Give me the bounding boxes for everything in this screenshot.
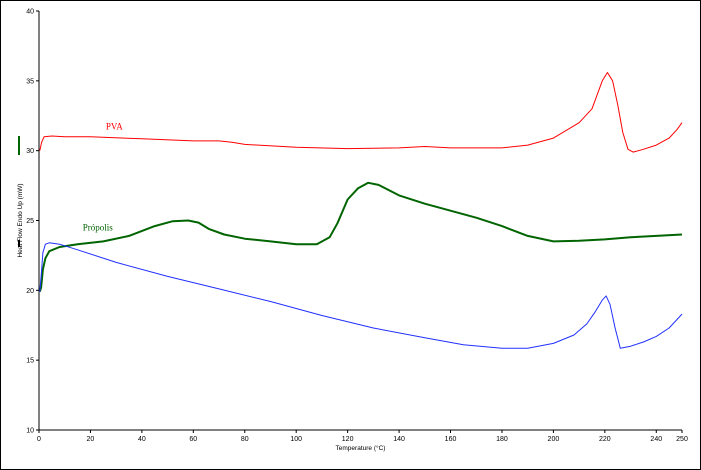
x-tick-label: 0	[37, 436, 41, 443]
x-tick-label: 160	[445, 436, 457, 443]
x-tick-label: 140	[393, 436, 405, 443]
x-tick-label: 120	[342, 436, 354, 443]
x-tick-label: 250	[676, 436, 688, 443]
x-tick-label: 200	[548, 436, 560, 443]
series-line-2	[38, 181, 683, 292]
annotation-layer: PVA Própolis	[83, 122, 123, 233]
series-line-1	[39, 72, 683, 153]
y-tick-label: 40	[26, 9, 34, 16]
y-tick-label: 15	[26, 358, 34, 365]
x-axis-title: Temperature (°C)	[336, 444, 386, 452]
y-tick-label: 30	[26, 148, 34, 155]
dsc-line-chart: 10 15 20 25 30 35 40 0 20 40 60 80 100 120 140 160 180 20…	[17, 9, 688, 453]
x-tick-label: 240	[650, 436, 662, 443]
y-tick-label: 35	[26, 78, 34, 85]
x-tick-label: 20	[87, 436, 95, 443]
y-tick-label: 25	[26, 218, 34, 225]
x-tick-label: 60	[189, 436, 197, 443]
x-tick-label: 100	[290, 436, 302, 443]
y-tick-label: 10	[26, 428, 34, 435]
x-tick-label: 80	[241, 436, 249, 443]
axes: 10 15 20 25 30 35 40 0 20 40 60 80 100 120 140 160 180 20…	[18, 9, 688, 443]
series-layer	[38, 72, 683, 349]
series-line-3	[39, 242, 683, 349]
x-tick-label: 220	[599, 436, 611, 443]
y-axis-title: Heat Flow Endo Up (mW)	[17, 183, 24, 257]
x-tick-label: 180	[496, 436, 508, 443]
x-tick-label: 40	[138, 436, 146, 443]
y-tick-label: 20	[26, 288, 34, 295]
series-annotation-2: Própolis	[83, 222, 114, 232]
series-annotation-1: PVA	[106, 122, 123, 132]
